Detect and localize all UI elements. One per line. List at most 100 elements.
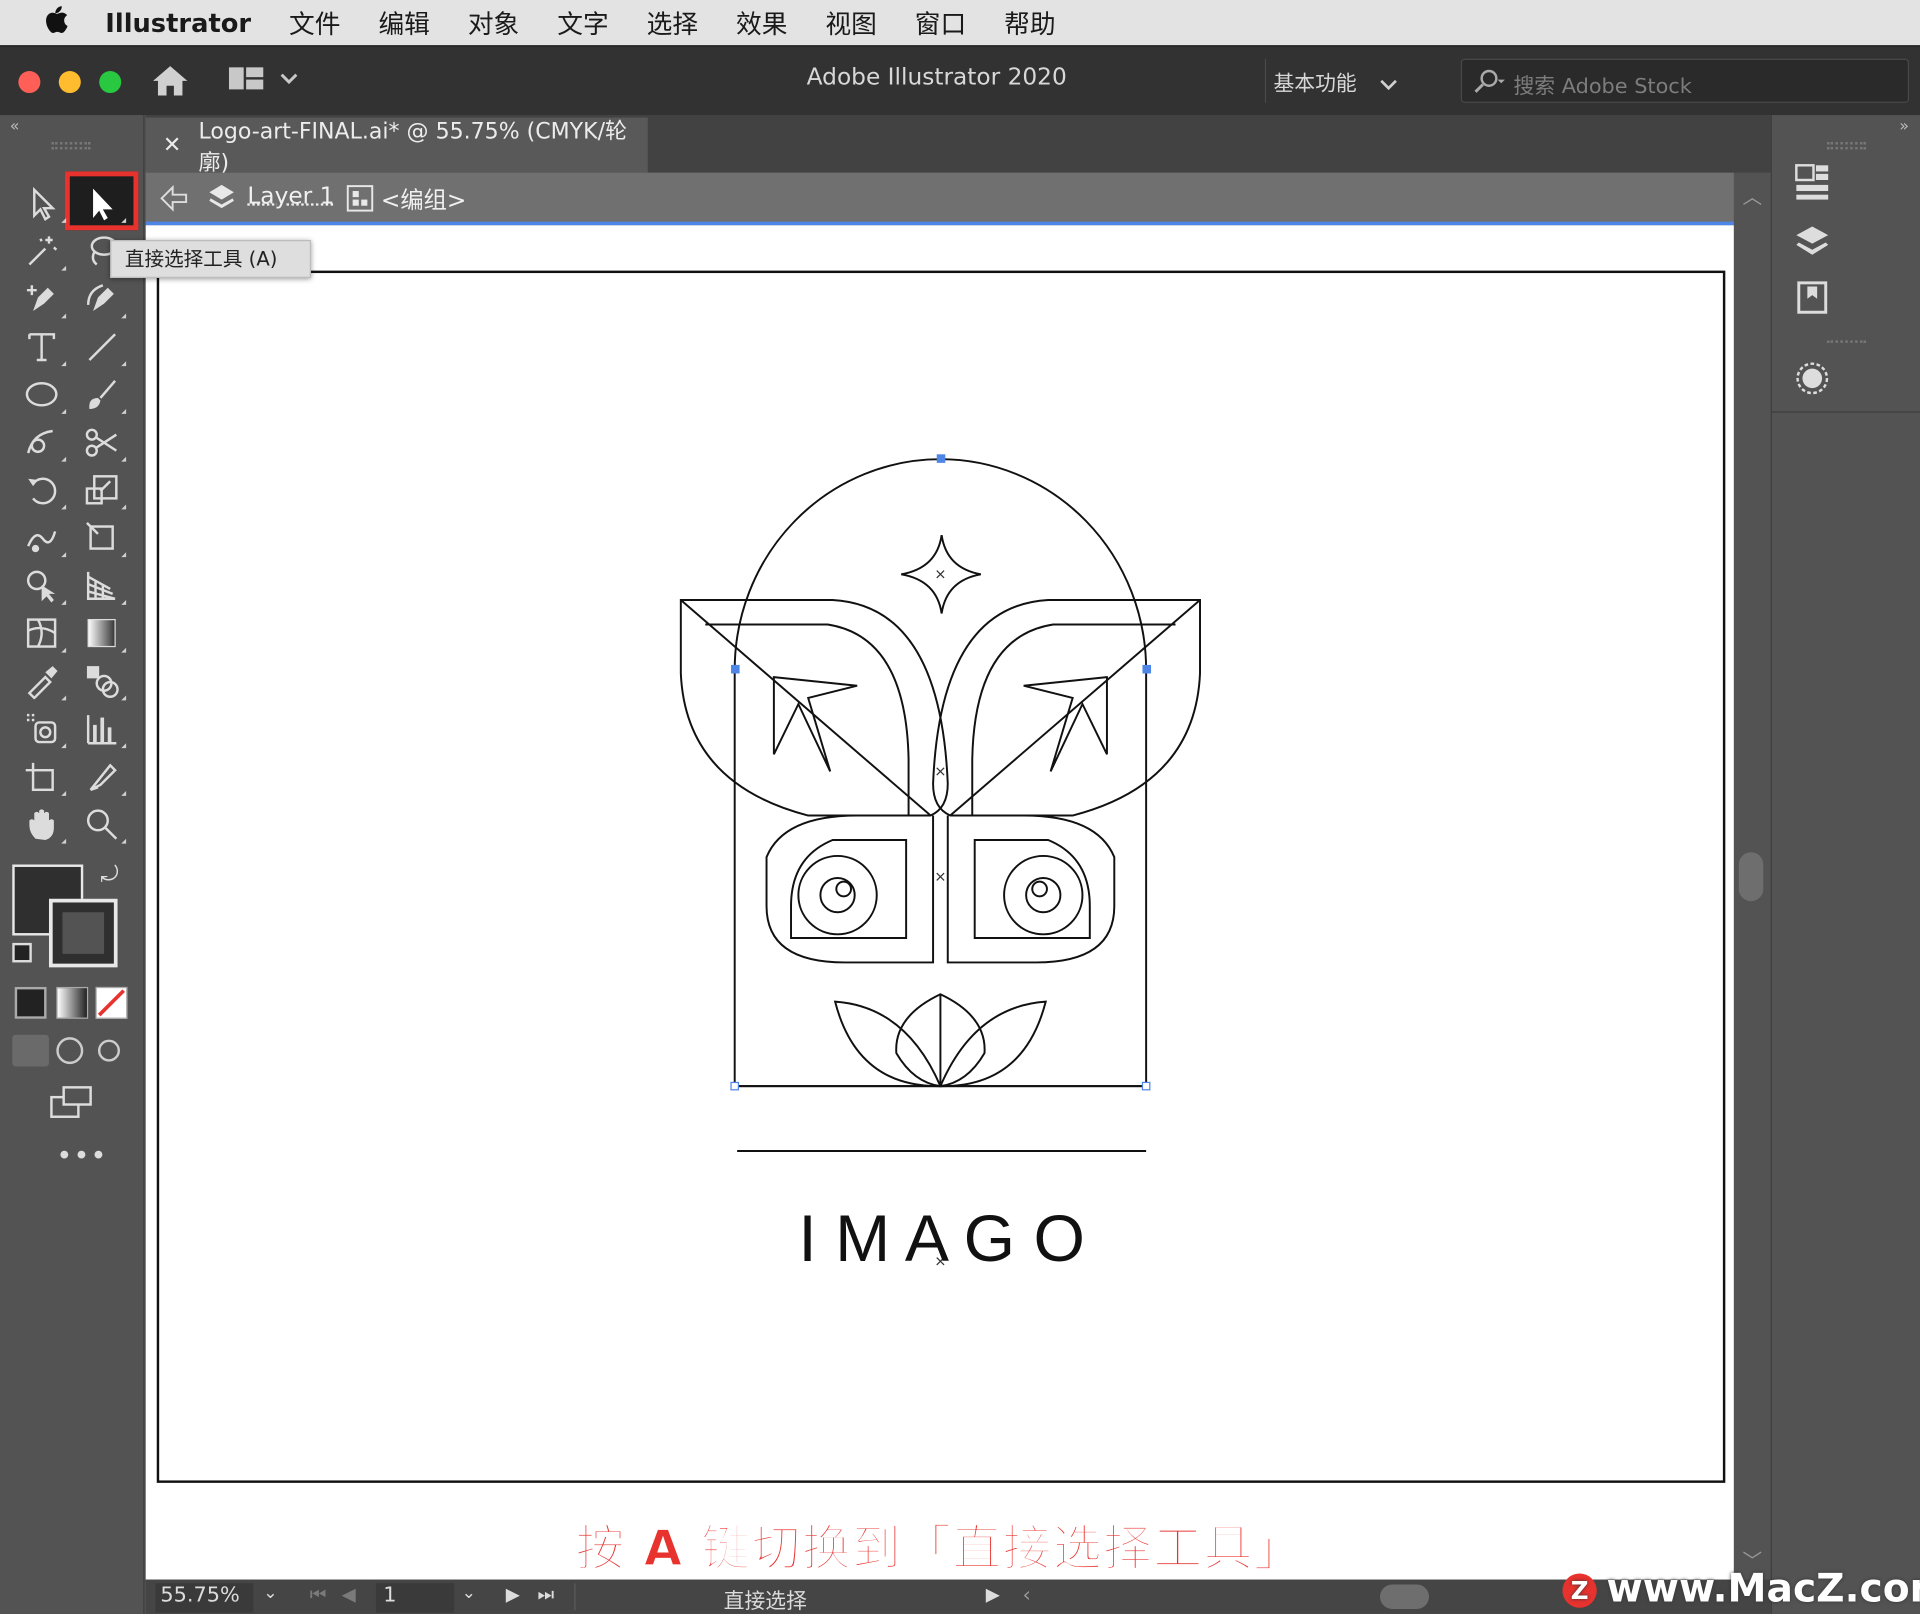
selection-tool[interactable] bbox=[16, 181, 67, 225]
lotus-left-petal[interactable] bbox=[833, 1000, 942, 1088]
direct-selection-tool[interactable] bbox=[76, 181, 127, 225]
menu-view[interactable]: 视图 bbox=[825, 4, 876, 41]
properties-panel-icon[interactable] bbox=[1794, 162, 1831, 209]
close-tab-icon[interactable]: ✕ bbox=[163, 132, 181, 158]
gradient-tool[interactable] bbox=[76, 611, 127, 655]
previous-artboard-icon[interactable]: ◀ bbox=[342, 1583, 356, 1605]
menu-type[interactable]: 文字 bbox=[557, 4, 608, 41]
artwork[interactable]: I M A G O bbox=[146, 225, 1734, 1579]
left-eye-outer[interactable] bbox=[797, 854, 878, 936]
arch-frame[interactable] bbox=[733, 458, 1148, 1088]
blend-tool[interactable] bbox=[76, 659, 127, 703]
swap-fill-stroke-icon[interactable]: ⤾ bbox=[100, 862, 118, 888]
panel-grip[interactable] bbox=[51, 142, 91, 150]
magic-wand-tool[interactable] bbox=[16, 229, 67, 273]
paintbrush-tool[interactable] bbox=[76, 372, 127, 416]
ellipse-tool[interactable] bbox=[16, 372, 67, 416]
eyedropper-tool[interactable] bbox=[16, 659, 67, 703]
workspace-switcher[interactable]: 基本功能 bbox=[1273, 66, 1398, 97]
shaper-tool[interactable] bbox=[16, 420, 67, 464]
stock-search-field[interactable]: 搜索 Adobe Stock bbox=[1460, 58, 1909, 103]
menu-window[interactable]: 窗口 bbox=[915, 4, 966, 41]
draw-behind-icon[interactable] bbox=[56, 1037, 84, 1065]
mesh-tool[interactable] bbox=[16, 611, 67, 655]
document-tab[interactable]: ✕ Logo-art-FINAL.ai* @ 55.75% (CMYK/轮廓) bbox=[145, 117, 648, 176]
menu-file[interactable]: 文件 bbox=[289, 4, 340, 41]
scroll-up-icon[interactable]: ︿ bbox=[1742, 180, 1762, 209]
perspective-grid-tool[interactable] bbox=[76, 563, 127, 607]
draw-normal-icon[interactable] bbox=[12, 1034, 49, 1067]
menu-help[interactable]: 帮助 bbox=[1004, 4, 1055, 41]
macz-logo-icon: Z bbox=[1562, 1573, 1597, 1608]
rotate-tool[interactable] bbox=[16, 468, 67, 512]
artboard-tool[interactable] bbox=[16, 754, 67, 798]
arrange-documents-icon[interactable] bbox=[228, 66, 304, 100]
appearance-panel-icon[interactable] bbox=[1794, 360, 1831, 402]
left-lower-wing-inner[interactable] bbox=[790, 839, 908, 939]
libraries-panel-icon[interactable] bbox=[1794, 279, 1831, 321]
zoom-field[interactable]: 55.75% bbox=[155, 1583, 254, 1613]
collapse-panel-icon[interactable]: « bbox=[10, 118, 20, 136]
curvature-tool[interactable] bbox=[76, 277, 127, 321]
menu-object[interactable]: 对象 bbox=[468, 4, 519, 41]
dock-grip[interactable] bbox=[1826, 340, 1867, 345]
canvas[interactable]: I M A G O bbox=[145, 225, 1734, 1580]
breadcrumb-layer[interactable]: Layer 1 bbox=[247, 182, 334, 209]
warp-tool[interactable] bbox=[16, 516, 67, 560]
none-mode-button[interactable] bbox=[95, 986, 128, 1019]
right-wing-diagonal[interactable] bbox=[949, 599, 1201, 817]
anchor-point[interactable] bbox=[1141, 1081, 1151, 1091]
breadcrumb-group[interactable]: <编组> bbox=[381, 182, 467, 215]
anchor-point[interactable] bbox=[730, 1081, 739, 1091]
type-tool[interactable] bbox=[16, 324, 67, 368]
anchor-points[interactable] bbox=[731, 454, 1152, 674]
stroke-swatch[interactable] bbox=[48, 898, 118, 968]
line-tool[interactable] bbox=[76, 324, 127, 368]
left-eye-dot[interactable] bbox=[835, 880, 853, 898]
scroll-thumb[interactable] bbox=[1738, 852, 1764, 902]
wordmark-imago[interactable]: I M A G O bbox=[798, 1202, 1085, 1276]
minimize-window-button[interactable] bbox=[58, 71, 81, 94]
menu-edit[interactable]: 编辑 bbox=[378, 4, 429, 41]
back-arrow-icon[interactable] bbox=[158, 184, 190, 220]
zoom-dropdown-icon[interactable]: ⌄ bbox=[263, 1583, 277, 1603]
scissors-tool[interactable] bbox=[76, 420, 127, 464]
more-tools-icon[interactable]: ••• bbox=[56, 1141, 107, 1172]
default-colors-icon[interactable] bbox=[12, 942, 32, 963]
pen-tool[interactable] bbox=[16, 277, 67, 321]
zoom-window-button[interactable] bbox=[99, 71, 122, 94]
menu-effect[interactable]: 效果 bbox=[736, 4, 787, 41]
hand-tool[interactable] bbox=[16, 802, 67, 846]
screen-mode-icon[interactable] bbox=[49, 1085, 93, 1124]
lotus-right-petal[interactable] bbox=[938, 1000, 1048, 1088]
left-wing-diagonal[interactable] bbox=[680, 599, 932, 817]
home-icon[interactable] bbox=[151, 64, 190, 103]
free-transform-tool[interactable] bbox=[76, 516, 127, 560]
column-graph-tool[interactable] bbox=[76, 707, 127, 751]
status-menu-icon[interactable]: ▶ bbox=[986, 1583, 1000, 1605]
gradient-mode-button[interactable] bbox=[56, 986, 89, 1019]
draw-inside-icon[interactable] bbox=[97, 1039, 121, 1062]
artboard-dropdown-icon[interactable]: ⌄ bbox=[462, 1583, 476, 1603]
dock-grip[interactable] bbox=[1826, 142, 1867, 150]
last-artboard-icon[interactable]: ⏭ bbox=[538, 1583, 555, 1605]
slice-tool[interactable] bbox=[76, 754, 127, 798]
zoom-tool[interactable] bbox=[76, 802, 127, 846]
apple-icon[interactable] bbox=[42, 5, 79, 41]
menu-select[interactable]: 选择 bbox=[647, 4, 698, 41]
vertical-scrollbar[interactable]: ︿ ﹀ bbox=[1733, 172, 1771, 1580]
menu-app-illustrator[interactable]: Illustrator bbox=[105, 8, 251, 37]
collapse-dock-icon[interactable]: » bbox=[1899, 118, 1909, 136]
hscroll-left-icon[interactable]: ‹ bbox=[1022, 1583, 1030, 1607]
symbol-sprayer-tool[interactable] bbox=[16, 707, 67, 751]
close-window-button[interactable] bbox=[18, 71, 41, 94]
shape-builder-tool[interactable] bbox=[16, 563, 67, 607]
horizontal-scroll-thumb[interactable] bbox=[1380, 1584, 1429, 1609]
right-eye-dot[interactable] bbox=[1031, 880, 1048, 898]
layers-panel-icon[interactable] bbox=[1794, 223, 1831, 267]
artboard-number-field[interactable]: 1 bbox=[375, 1583, 455, 1613]
color-mode-button[interactable] bbox=[14, 986, 47, 1019]
scale-tool[interactable] bbox=[76, 468, 127, 512]
first-artboard-icon[interactable]: ⏮ bbox=[310, 1583, 327, 1605]
next-artboard-icon[interactable]: ▶ bbox=[506, 1583, 520, 1605]
